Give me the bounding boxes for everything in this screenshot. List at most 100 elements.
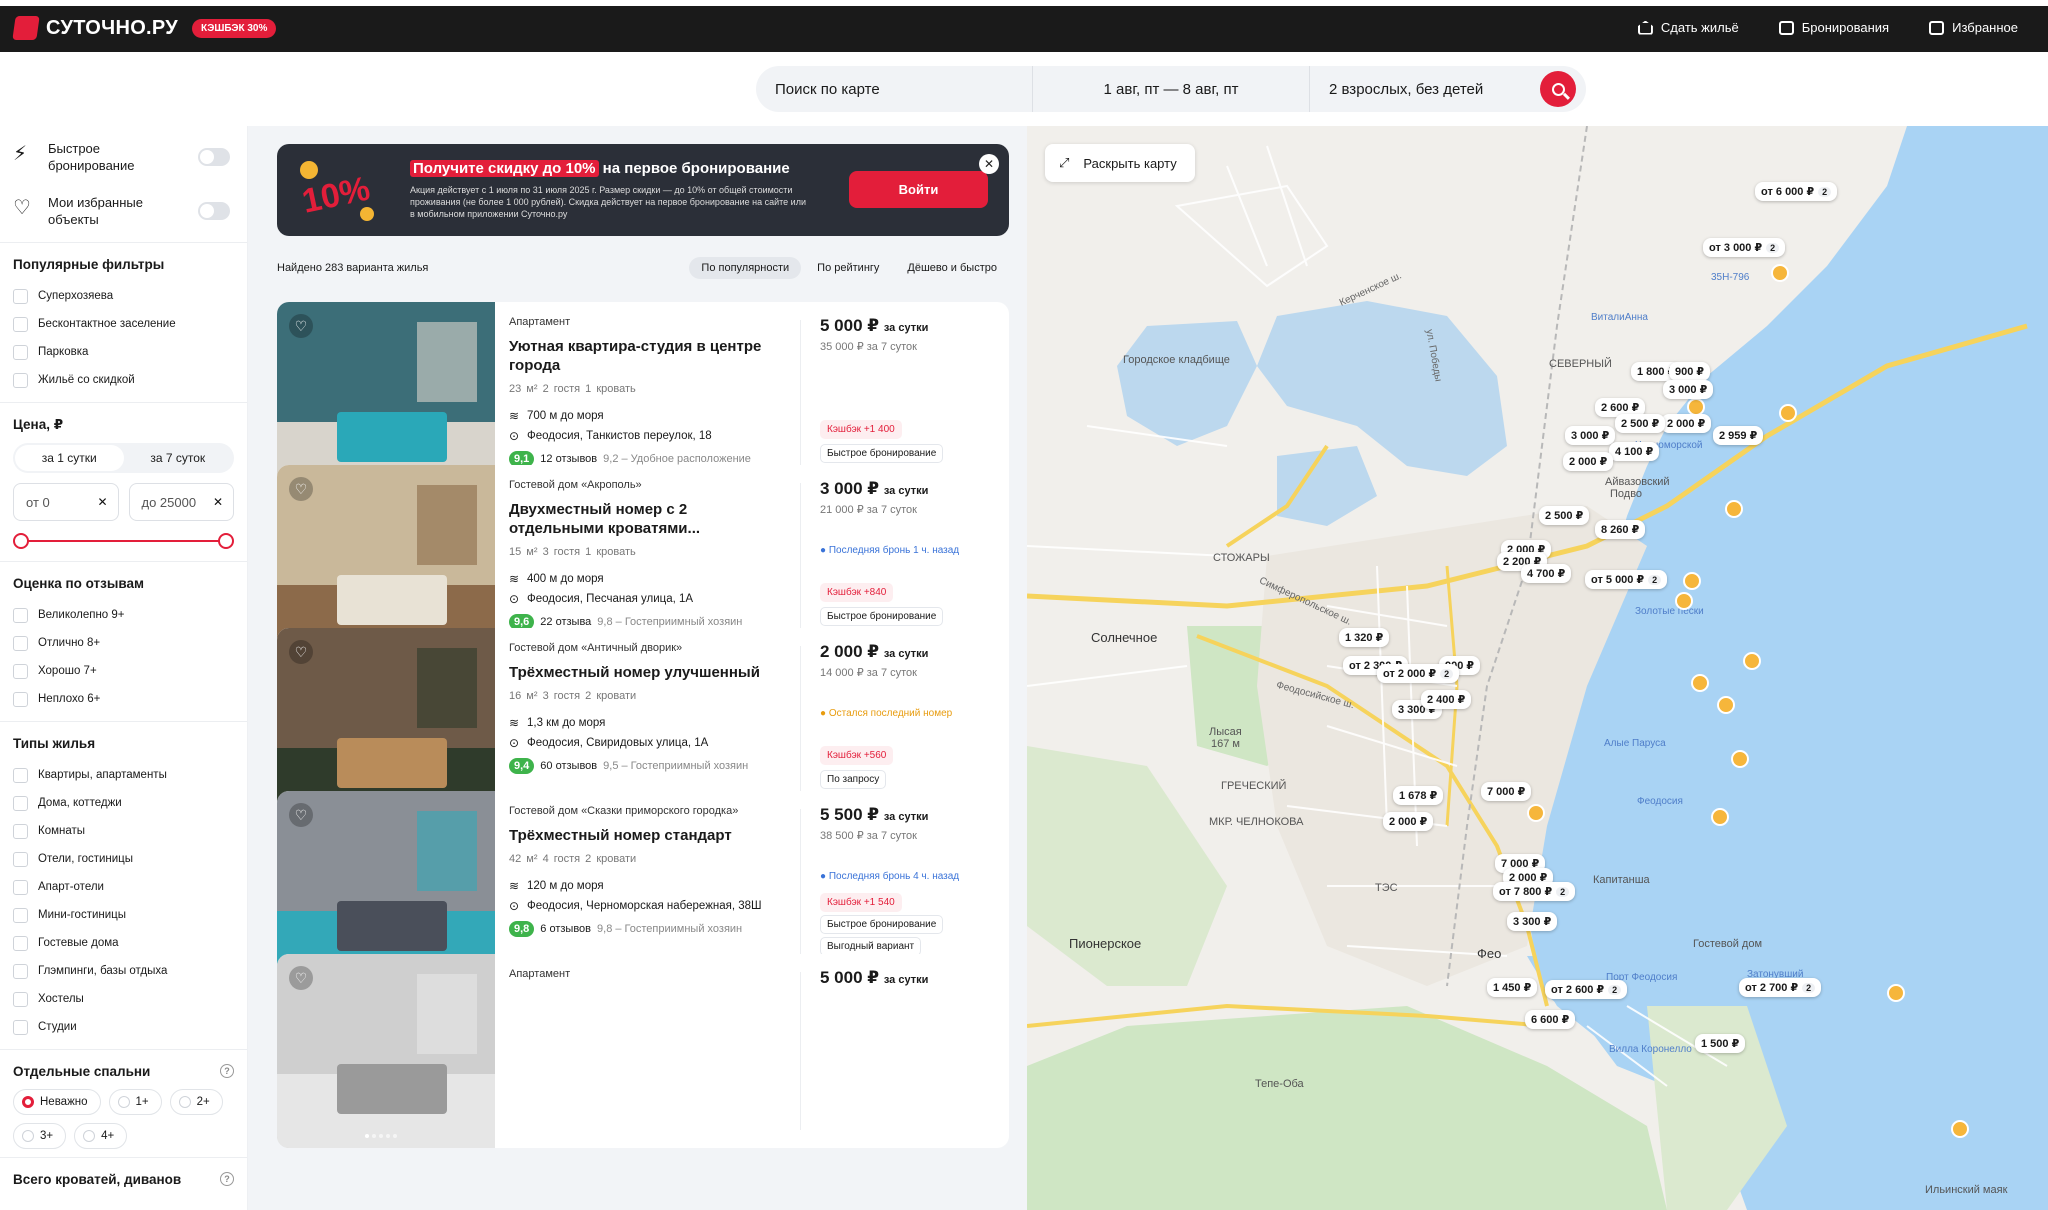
popular-filter-option[interactable]: Парковка [13, 338, 234, 366]
bedroom-option[interactable]: 4+ [74, 1123, 128, 1149]
help-icon[interactable]: ? [220, 1064, 234, 1078]
price-pin[interactable]: 2 500 ₽ [1539, 506, 1590, 525]
price-pin[interactable]: 3 300 ₽ [1507, 912, 1558, 931]
type-filter-option[interactable]: Гостевые дома [13, 929, 234, 957]
rating-filter-option[interactable]: Великолепно 9+ [13, 601, 234, 629]
rent-out-link[interactable]: Сдать жильё [1637, 20, 1739, 35]
type-filter-option[interactable]: Студии [13, 1013, 234, 1041]
price-pin[interactable]: от 2 000 ₽2 [1377, 664, 1460, 683]
checkbox[interactable] [13, 663, 28, 679]
checkbox[interactable] [13, 288, 28, 304]
price-pin[interactable]: 2 400 ₽ [1421, 690, 1472, 709]
price-pin[interactable]: 2 000 ₽ [1563, 452, 1614, 471]
listing-card[interactable]: ♡ Апартамент 5 000 ₽ за сутки [277, 954, 1009, 1148]
review-count[interactable]: 12 отзывов [540, 453, 597, 465]
price-pin[interactable]: 4 100 ₽ [1609, 442, 1660, 461]
price-pin[interactable]: 4 700 ₽ [1521, 564, 1572, 583]
hotel-marker-icon[interactable] [1675, 592, 1693, 610]
type-filter-option[interactable]: Дома, коттеджи [13, 789, 234, 817]
help-icon[interactable]: ? [220, 1172, 234, 1186]
rating-filter-option[interactable]: Хорошо 7+ [13, 657, 234, 685]
price-pin[interactable]: 6 600 ₽ [1525, 1010, 1576, 1029]
price-pin[interactable]: 1 320 ₽ [1339, 628, 1390, 647]
hotel-marker-icon[interactable] [1711, 808, 1729, 826]
login-button[interactable]: Войти [849, 171, 988, 208]
favorite-heart-icon[interactable]: ♡ [289, 477, 313, 501]
type-filter-option[interactable]: Апарт-отели [13, 873, 234, 901]
type-filter-option[interactable]: Комнаты [13, 817, 234, 845]
type-filter-option[interactable]: Хостелы [13, 985, 234, 1013]
checkbox[interactable] [13, 851, 28, 867]
checkbox[interactable] [13, 1019, 28, 1035]
sort-rating[interactable]: По рейтингу [805, 257, 891, 279]
bedroom-option[interactable]: 1+ [108, 1089, 162, 1115]
price-pin[interactable]: от 7 800 ₽2 [1493, 882, 1576, 901]
price-pin[interactable]: 2 000 ₽ [1661, 414, 1712, 433]
hotel-marker-icon[interactable] [1527, 804, 1545, 822]
hotel-marker-icon[interactable] [1717, 696, 1735, 714]
checkbox[interactable] [13, 767, 28, 783]
rating-filter-option[interactable]: Неплохо 6+ [13, 685, 234, 713]
favorite-heart-icon[interactable]: ♡ [289, 640, 313, 664]
favorites-switch[interactable] [198, 202, 230, 220]
hotel-marker-icon[interactable] [1725, 500, 1743, 518]
favorites-link[interactable]: Избранное [1929, 20, 2018, 35]
listing-title[interactable]: Трёхместный номер стандарт [509, 826, 781, 845]
fast-booking-switch[interactable] [198, 148, 230, 166]
price-pin[interactable]: 1 450 ₽ [1487, 978, 1538, 997]
price-pin[interactable]: 2 959 ₽ [1713, 426, 1764, 445]
checkbox[interactable] [13, 372, 28, 388]
price-pin[interactable]: 7 000 ₽ [1481, 782, 1532, 801]
price-pin[interactable]: 900 ₽ [1669, 362, 1711, 381]
hotel-marker-icon[interactable] [1683, 572, 1701, 590]
rating-filter-option[interactable]: Отлично 8+ [13, 629, 234, 657]
checkbox[interactable] [13, 635, 28, 651]
price-pin[interactable]: 3 000 ₽ [1663, 380, 1714, 399]
popular-filter-option[interactable]: Жильё со скидкой [13, 366, 234, 394]
checkbox[interactable] [13, 823, 28, 839]
price-tab-day[interactable]: за 1 сутки [15, 445, 124, 471]
checkbox[interactable] [13, 991, 28, 1007]
popular-filter-option[interactable]: Бесконтактное заселение [13, 310, 234, 338]
bookings-link[interactable]: Бронирования [1778, 20, 1889, 35]
type-filter-option[interactable]: Глэмпинги, базы отдыха [13, 957, 234, 985]
favorite-heart-icon[interactable]: ♡ [289, 314, 313, 338]
guests-field[interactable]: 2 взрослых, без детей [1310, 66, 1548, 112]
sort-popular[interactable]: По популярности [689, 257, 802, 279]
review-count[interactable]: 22 отзыва [540, 616, 591, 628]
photo-dots[interactable] [365, 1134, 397, 1138]
hotel-marker-icon[interactable] [1779, 404, 1797, 422]
bedroom-option[interactable]: Неважно [13, 1089, 101, 1115]
listing-title[interactable]: Двухместный номер с 2 отдельными кроватя… [509, 500, 781, 538]
price-pin[interactable]: 1 678 ₽ [1393, 786, 1444, 805]
hotel-marker-icon[interactable] [1951, 1120, 1969, 1138]
review-count[interactable]: 6 отзывов [540, 923, 591, 935]
price-from-input[interactable]: от 0 ✕ [13, 483, 119, 521]
review-count[interactable]: 60 отзывов [540, 760, 597, 772]
checkbox[interactable] [13, 795, 28, 811]
price-pin[interactable]: 1 500 ₽ [1695, 1034, 1746, 1053]
checkbox[interactable] [13, 691, 28, 707]
price-pin[interactable]: 8 260 ₽ [1595, 520, 1646, 539]
price-pin[interactable]: от 2 700 ₽2 [1739, 978, 1822, 997]
checkbox[interactable] [13, 935, 28, 951]
hotel-marker-icon[interactable] [1887, 984, 1905, 1002]
popular-filter-option[interactable]: Суперхозяева [13, 282, 234, 310]
clear-icon[interactable]: ✕ [213, 495, 223, 509]
type-filter-option[interactable]: Мини-гостиницы [13, 901, 234, 929]
checkbox[interactable] [13, 879, 28, 895]
checkbox[interactable] [13, 344, 28, 360]
bedroom-option[interactable]: 3+ [13, 1123, 67, 1149]
price-to-input[interactable]: до 25000 ✕ [128, 483, 234, 521]
listing-photo[interactable]: ♡ [277, 954, 495, 1148]
sort-cheap-fast[interactable]: Дёшево и быстро [895, 257, 1009, 279]
type-filter-option[interactable]: Отели, гостиницы [13, 845, 234, 873]
price-pin[interactable]: от 3 000 ₽2 [1703, 238, 1786, 257]
cashback-badge[interactable]: КЭШБЭК 30% [192, 18, 277, 38]
expand-map-button[interactable]: ⤢ Раскрыть карту [1045, 144, 1195, 182]
hotel-marker-icon[interactable] [1731, 750, 1749, 768]
type-filter-option[interactable]: Квартиры, апартаменты [13, 761, 234, 789]
price-pin[interactable]: от 2 600 ₽2 [1545, 980, 1628, 999]
close-icon[interactable]: ✕ [979, 154, 999, 174]
price-tab-week[interactable]: за 7 суток [124, 445, 233, 471]
